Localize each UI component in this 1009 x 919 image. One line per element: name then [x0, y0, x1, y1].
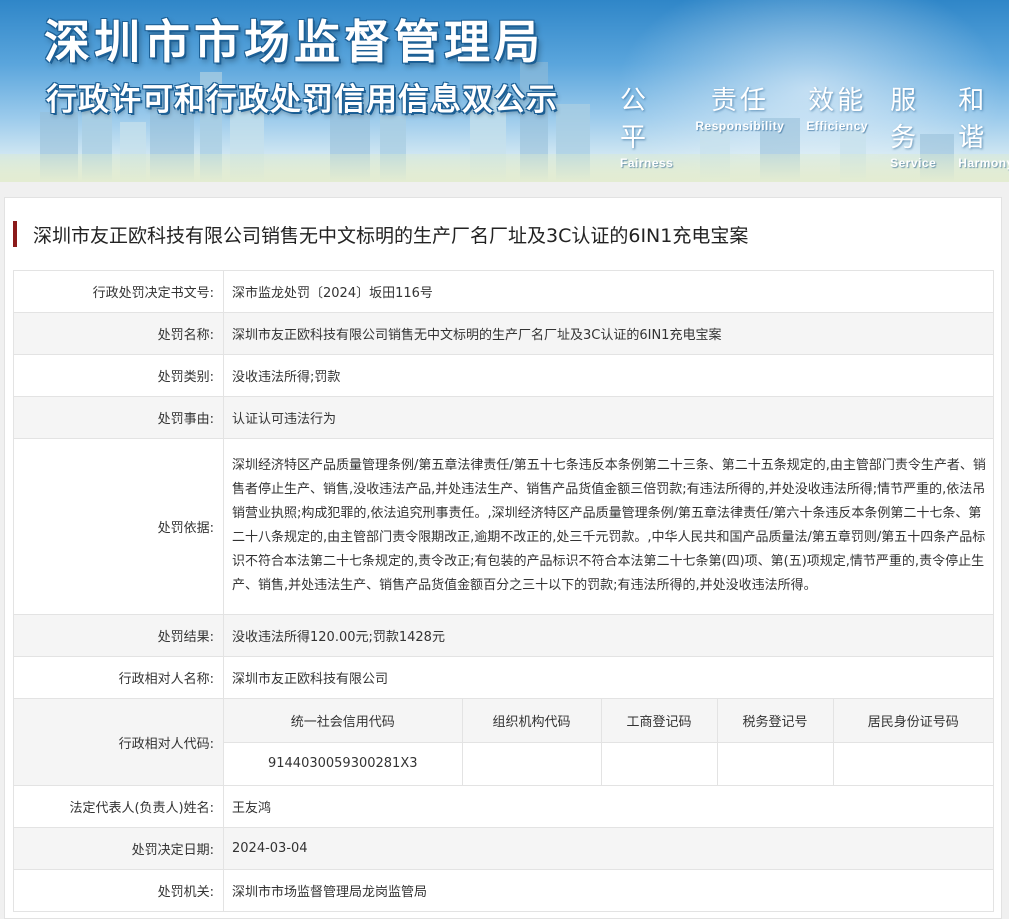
table-row: 处罚类别: 没收违法所得;罚款	[13, 354, 994, 397]
slogan-item: 效能 Efficiency	[806, 80, 868, 170]
slogan-group: 公平 Fairness 责任 Responsibility 效能 Efficie…	[620, 80, 1009, 170]
authority-label: 处罚机关:	[13, 869, 224, 912]
slogan-zh: 效能	[808, 86, 867, 116]
credit-code-value: 9144030059300281X3	[224, 742, 462, 785]
decision-date-label: 处罚决定日期:	[13, 827, 224, 870]
penalty-type-label: 处罚类别:	[13, 354, 224, 397]
slogan-zh: 公平	[620, 86, 650, 153]
org-code-value	[461, 742, 601, 785]
table-row: 处罚事由: 认证认可违法行为	[13, 396, 994, 439]
table-row: 处罚机关: 深圳市市场监督管理局龙岗监管局	[13, 869, 994, 912]
slogan-item: 服务 Service	[890, 80, 936, 170]
code-header-row: 统一社会信用代码 组织机构代码 工商登记码 税务登记号 居民身份证号码	[224, 699, 993, 743]
tax-reg-value	[716, 742, 833, 785]
party-name-value: 深圳市友正欧科技有限公司	[223, 656, 994, 699]
case-title-text: 深圳市友正欧科技有限公司销售无中文标明的生产厂名厂址及3C认证的6IN1充电宝案	[33, 224, 749, 247]
content-panel: 深圳市友正欧科技有限公司销售无中文标明的生产厂名厂址及3C认证的6IN1充电宝案…	[4, 197, 1002, 919]
code-header: 居民身份证号码	[832, 699, 993, 743]
penalty-name-value: 深圳市友正欧科技有限公司销售无中文标明的生产厂名厂址及3C认证的6IN1充电宝案	[223, 312, 994, 355]
slogan-item: 公平 Fairness	[620, 80, 673, 170]
penalty-basis-label: 处罚依据:	[13, 438, 224, 615]
decision-date-value: 2024-03-04	[223, 827, 994, 870]
table-row: 处罚结果: 没收违法所得120.00元;罚款1428元	[13, 614, 994, 657]
title-accent-bar	[13, 221, 17, 247]
authority-value: 深圳市市场监督管理局龙岗监管局	[223, 869, 994, 912]
legal-rep-label: 法定代表人(负责人)姓名:	[13, 785, 224, 828]
slogan-en: Responsibility	[695, 119, 785, 133]
party-code-cell: 统一社会信用代码 组织机构代码 工商登记码 税务登记号 居民身份证号码 9144…	[223, 698, 994, 786]
legal-rep-value: 王友鸿	[223, 785, 994, 828]
slogan-item: 责任 Responsibility	[695, 80, 784, 170]
party-code-table: 统一社会信用代码 组织机构代码 工商登记码 税务登记号 居民身份证号码 9144…	[224, 699, 993, 785]
decision-no-label: 行政处罚决定书文号:	[13, 270, 224, 313]
slogan-en: Harmony	[958, 156, 1009, 170]
decision-no-value: 深市监龙处罚〔2024〕坂田116号	[223, 270, 994, 313]
table-row: 行政相对人名称: 深圳市友正欧科技有限公司	[13, 656, 994, 699]
header-banner: 深圳市市场监督管理局 行政许可和行政处罚信用信息双公示 公平 Fairness …	[0, 0, 1009, 182]
code-value-row: 9144030059300281X3	[224, 742, 993, 785]
site-subtitle: 行政许可和行政处罚信用信息双公示	[46, 82, 558, 118]
code-header: 税务登记号	[716, 699, 833, 743]
penalty-result-label: 处罚结果:	[13, 614, 224, 657]
slogan-zh: 责任	[710, 86, 769, 116]
code-header: 统一社会信用代码	[224, 699, 462, 743]
slogan-en: Service	[890, 156, 937, 170]
table-row: 行政相对人代码: 统一社会信用代码 组织机构代码 工商登记码 税务登记号 居民身…	[13, 698, 994, 786]
business-reg-value	[600, 742, 717, 785]
table-row: 处罚名称: 深圳市友正欧科技有限公司销售无中文标明的生产厂名厂址及3C认证的6I…	[13, 312, 994, 355]
penalty-result-value: 没收违法所得120.00元;罚款1428元	[223, 614, 994, 657]
code-header: 组织机构代码	[461, 699, 601, 743]
party-code-label: 行政相对人代码:	[13, 698, 224, 786]
table-row: 行政处罚决定书文号: 深市监龙处罚〔2024〕坂田116号	[13, 270, 994, 313]
slogan-zh: 和谐	[958, 86, 988, 153]
penalty-type-value: 没收违法所得;罚款	[223, 354, 994, 397]
penalty-basis-value: 深圳经济特区产品质量管理条例/第五章法律责任/第五十七条违反本条例第二十三条、第…	[223, 438, 994, 615]
penalty-reason-label: 处罚事由:	[13, 396, 224, 439]
site-title: 深圳市市场监督管理局	[44, 15, 544, 69]
slogan-item: 和谐 Harmony	[958, 80, 1009, 170]
slogan-en: Fairness	[620, 156, 674, 170]
slogan-zh: 服务	[890, 86, 920, 153]
penalty-reason-value: 认证认可违法行为	[223, 396, 994, 439]
slogan-en: Efficiency	[806, 119, 869, 133]
party-name-label: 行政相对人名称:	[13, 656, 224, 699]
case-title: 深圳市友正欧科技有限公司销售无中文标明的生产厂名厂址及3C认证的6IN1充电宝案	[13, 220, 748, 248]
table-row: 法定代表人(负责人)姓名: 王友鸿	[13, 785, 994, 828]
penalty-info-table: 行政处罚决定书文号: 深市监龙处罚〔2024〕坂田116号 处罚名称: 深圳市友…	[13, 270, 994, 912]
code-header: 工商登记码	[600, 699, 717, 743]
table-row: 处罚依据: 深圳经济特区产品质量管理条例/第五章法律责任/第五十七条违反本条例第…	[13, 438, 994, 615]
table-row: 处罚决定日期: 2024-03-04	[13, 827, 994, 870]
penalty-name-label: 处罚名称:	[13, 312, 224, 355]
id-number-value	[832, 742, 993, 785]
